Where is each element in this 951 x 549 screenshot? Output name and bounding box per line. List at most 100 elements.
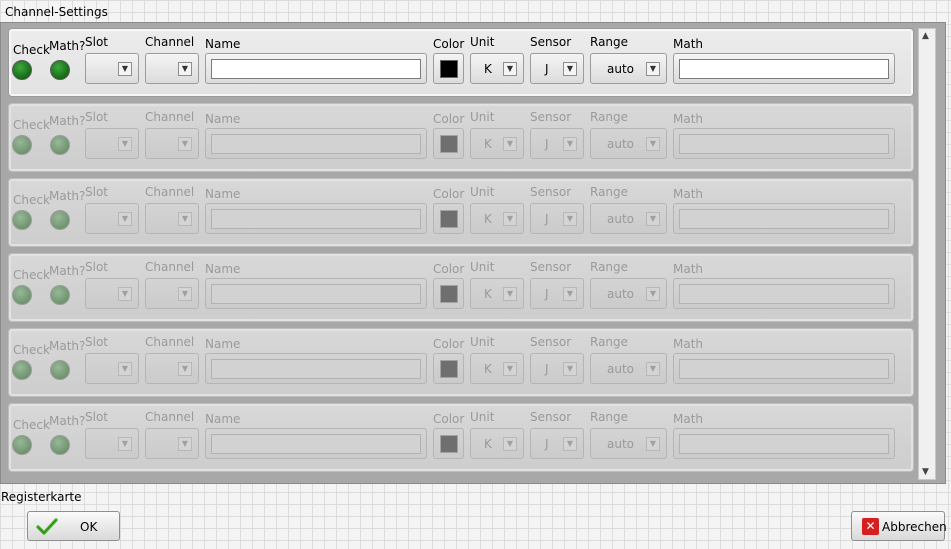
- range-dropdown[interactable]: auto ▼: [590, 428, 667, 459]
- dropdown-arrow-icon[interactable]: ▼: [178, 437, 192, 451]
- color-picker[interactable]: [433, 128, 464, 159]
- check-led-icon[interactable]: [12, 135, 32, 155]
- check-led-icon[interactable]: [12, 210, 32, 230]
- unit-dropdown[interactable]: K ▼: [470, 353, 524, 384]
- sensor-dropdown[interactable]: J ▼: [530, 278, 584, 309]
- math-led-icon[interactable]: [50, 135, 70, 155]
- dropdown-arrow-icon[interactable]: ▼: [118, 437, 132, 451]
- dropdown-arrow-icon[interactable]: ▼: [563, 62, 577, 76]
- unit-dropdown[interactable]: K ▼: [470, 53, 524, 84]
- dropdown-arrow-icon[interactable]: ▼: [118, 62, 132, 76]
- math-input[interactable]: [679, 59, 889, 79]
- math-input[interactable]: [679, 284, 889, 304]
- name-input[interactable]: [211, 359, 421, 379]
- dropdown-arrow-icon[interactable]: ▼: [503, 62, 517, 76]
- slot-dropdown[interactable]: ▼: [85, 203, 139, 234]
- dropdown-arrow-icon[interactable]: ▼: [646, 437, 660, 451]
- unit-dropdown[interactable]: K ▼: [470, 278, 524, 309]
- dropdown-arrow-icon[interactable]: ▼: [118, 137, 132, 151]
- slot-dropdown[interactable]: ▼: [85, 53, 139, 84]
- color-picker[interactable]: [433, 353, 464, 384]
- range-dropdown[interactable]: auto ▼: [590, 128, 667, 159]
- channel-label: Channel: [145, 260, 195, 274]
- dropdown-arrow-icon[interactable]: ▼: [646, 287, 660, 301]
- sensor-dropdown[interactable]: J ▼: [530, 428, 584, 459]
- dropdown-arrow-icon[interactable]: ▼: [646, 62, 660, 76]
- dropdown-arrow-icon[interactable]: ▼: [563, 137, 577, 151]
- dropdown-arrow-icon[interactable]: ▼: [563, 287, 577, 301]
- dropdown-arrow-icon[interactable]: ▼: [118, 287, 132, 301]
- channel-dropdown[interactable]: ▼: [145, 128, 199, 159]
- dropdown-arrow-icon[interactable]: ▼: [118, 212, 132, 226]
- name-input[interactable]: [211, 209, 421, 229]
- unit-dropdown[interactable]: K ▼: [470, 128, 524, 159]
- math-flag-label: Math?: [49, 414, 86, 428]
- slot-dropdown[interactable]: ▼: [85, 128, 139, 159]
- color-swatch: [440, 360, 458, 378]
- dropdown-arrow-icon[interactable]: ▼: [118, 362, 132, 376]
- slot-dropdown[interactable]: ▼: [85, 353, 139, 384]
- sensor-dropdown[interactable]: J ▼: [530, 203, 584, 234]
- unit-dropdown[interactable]: K ▼: [470, 203, 524, 234]
- channel-dropdown[interactable]: ▼: [145, 428, 199, 459]
- range-dropdown[interactable]: auto ▼: [590, 278, 667, 309]
- vertical-scrollbar[interactable]: ▲ ▼: [918, 28, 936, 480]
- name-input[interactable]: [211, 134, 421, 154]
- scroll-up-icon[interactable]: ▲: [922, 31, 929, 41]
- range-dropdown[interactable]: auto ▼: [590, 53, 667, 84]
- math-led-icon[interactable]: [50, 435, 70, 455]
- channel-dropdown[interactable]: ▼: [145, 203, 199, 234]
- dropdown-arrow-icon[interactable]: ▼: [503, 437, 517, 451]
- dropdown-arrow-icon[interactable]: ▼: [563, 212, 577, 226]
- cancel-button[interactable]: ✕ Abbrechen: [851, 511, 947, 541]
- name-input[interactable]: [211, 434, 421, 454]
- unit-dropdown[interactable]: K ▼: [470, 428, 524, 459]
- check-led-icon[interactable]: [12, 285, 32, 305]
- name-input[interactable]: [211, 284, 421, 304]
- dropdown-arrow-icon[interactable]: ▼: [178, 212, 192, 226]
- dropdown-arrow-icon[interactable]: ▼: [563, 362, 577, 376]
- dropdown-arrow-icon[interactable]: ▼: [178, 137, 192, 151]
- check-led-icon[interactable]: [12, 360, 32, 380]
- sensor-dropdown[interactable]: J ▼: [530, 353, 584, 384]
- math-input[interactable]: [679, 209, 889, 229]
- channel-dropdown[interactable]: ▼: [145, 278, 199, 309]
- math-input[interactable]: [679, 359, 889, 379]
- color-picker[interactable]: [433, 53, 464, 84]
- ok-button[interactable]: OK: [27, 511, 120, 541]
- math-led-icon[interactable]: [50, 60, 70, 80]
- dropdown-arrow-icon[interactable]: ▼: [646, 137, 660, 151]
- color-picker[interactable]: [433, 203, 464, 234]
- dropdown-arrow-icon[interactable]: ▼: [646, 362, 660, 376]
- color-picker[interactable]: [433, 428, 464, 459]
- sensor-dropdown[interactable]: J ▼: [530, 128, 584, 159]
- math-led-icon[interactable]: [50, 285, 70, 305]
- dropdown-arrow-icon[interactable]: ▼: [646, 212, 660, 226]
- dropdown-arrow-icon[interactable]: ▼: [503, 137, 517, 151]
- scroll-down-icon[interactable]: ▼: [922, 467, 929, 477]
- range-dropdown[interactable]: auto ▼: [590, 353, 667, 384]
- math-led-icon[interactable]: [50, 360, 70, 380]
- dropdown-arrow-icon[interactable]: ▼: [503, 212, 517, 226]
- dropdown-arrow-icon[interactable]: ▼: [178, 287, 192, 301]
- dropdown-arrow-icon[interactable]: ▼: [563, 437, 577, 451]
- dropdown-arrow-icon[interactable]: ▼: [178, 62, 192, 76]
- math-input[interactable]: [679, 134, 889, 154]
- name-field-frame: [205, 203, 427, 234]
- dropdown-arrow-icon[interactable]: ▼: [178, 362, 192, 376]
- channel-dropdown[interactable]: ▼: [145, 53, 199, 84]
- math-led-icon[interactable]: [50, 210, 70, 230]
- dropdown-arrow-icon[interactable]: ▼: [503, 362, 517, 376]
- check-led-icon[interactable]: [12, 60, 32, 80]
- slot-dropdown[interactable]: ▼: [85, 428, 139, 459]
- name-input[interactable]: [211, 59, 421, 79]
- check-led-icon[interactable]: [12, 435, 32, 455]
- dropdown-arrow-icon[interactable]: ▼: [503, 287, 517, 301]
- slot-dropdown[interactable]: ▼: [85, 278, 139, 309]
- math-input[interactable]: [679, 434, 889, 454]
- sensor-dropdown[interactable]: J ▼: [530, 53, 584, 84]
- name-field-frame: [205, 428, 427, 459]
- range-dropdown[interactable]: auto ▼: [590, 203, 667, 234]
- color-picker[interactable]: [433, 278, 464, 309]
- channel-dropdown[interactable]: ▼: [145, 353, 199, 384]
